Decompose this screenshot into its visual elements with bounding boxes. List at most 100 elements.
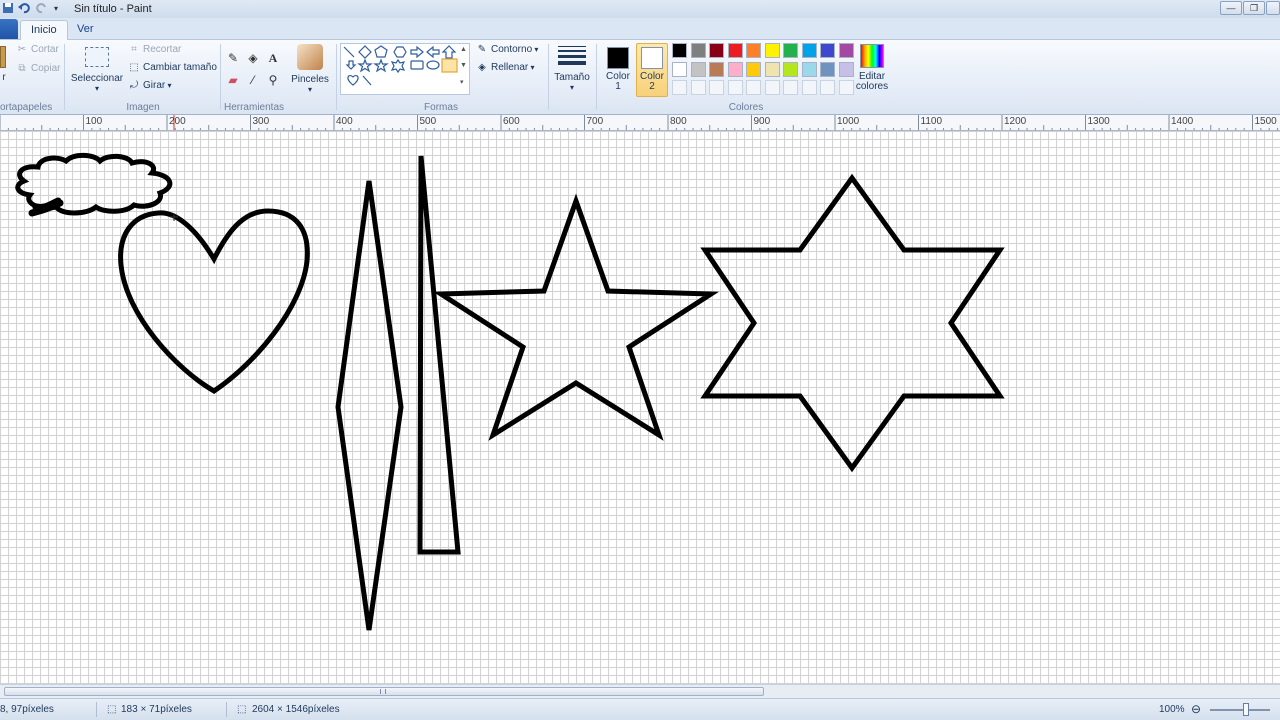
- gallery-scroll-up-icon[interactable]: ▲: [460, 46, 467, 53]
- image-group-label: Imagen: [126, 102, 160, 113]
- cut-label: Cortar: [31, 44, 59, 55]
- ruler-label: 800: [670, 116, 687, 127]
- crop-button[interactable]: ⌗ Recortar: [128, 44, 181, 60]
- maximize-button[interactable]: ❐: [1243, 1, 1265, 15]
- cut-button[interactable]: ✂ Cortar: [16, 44, 59, 60]
- shapes-gallery-icons[interactable]: [341, 44, 469, 94]
- size-button[interactable]: Tamaño ▾: [552, 44, 592, 92]
- rotate-button[interactable]: ⤾ Girar ▾: [128, 80, 172, 96]
- image-size-icon: ⬚: [237, 704, 247, 715]
- zoom-out-icon[interactable]: ⊖: [1191, 702, 1201, 716]
- color1-selector[interactable]: Color 1: [602, 43, 634, 97]
- select-button[interactable]: Seleccionar ▾: [68, 44, 126, 93]
- minimize-button[interactable]: —: [1220, 1, 1242, 15]
- color2-label: Color 2: [640, 71, 664, 92]
- palette-empty-swatch[interactable]: [690, 80, 706, 95]
- palette-swatch[interactable]: [690, 61, 706, 77]
- redo-icon[interactable]: [36, 2, 48, 14]
- ruler-label: 1000: [837, 116, 860, 127]
- tools-group: ✎ ◈ A ▰ ⁄ ⚲ Herramientas: [222, 40, 286, 115]
- status-bar: 8, 97píxeles ⬚ 183 × 71píxeles ⬚ 2604 × …: [0, 698, 1280, 720]
- outline-button[interactable]: ✎ Contorno ▾: [476, 44, 539, 60]
- palette-empty-swatch[interactable]: [709, 80, 724, 95]
- sliver-shape: [417, 155, 461, 555]
- palette-empty-swatch[interactable]: [801, 80, 817, 95]
- palette-swatch[interactable]: [783, 43, 798, 58]
- palette-swatch[interactable]: [727, 61, 743, 77]
- palette-swatch[interactable]: [764, 61, 780, 77]
- palette-empty-swatch[interactable]: [672, 80, 687, 95]
- palette-swatch[interactable]: [801, 61, 817, 77]
- brushes-button[interactable]: Pinceles ▾: [288, 44, 332, 94]
- palette-empty-swatch[interactable]: [727, 80, 743, 95]
- grip-icon: [380, 689, 386, 694]
- paste-button[interactable]: r: [0, 46, 8, 83]
- palette-swatch[interactable]: [783, 61, 798, 77]
- gallery-expand-icon[interactable]: ▾: [460, 78, 464, 86]
- tab-inicio[interactable]: Inicio: [20, 20, 68, 40]
- canvas-drawing[interactable]: [0, 131, 1280, 684]
- file-menu-button[interactable]: [0, 19, 18, 39]
- undo-icon[interactable]: [18, 2, 30, 14]
- zoom-level: 100%: [1159, 704, 1185, 715]
- rotate-icon: ⤾: [129, 80, 139, 91]
- palette-swatch[interactable]: [672, 61, 687, 77]
- zoom-slider-thumb[interactable]: [1243, 703, 1249, 716]
- crop-label: Recortar: [143, 44, 182, 55]
- outline-icon: ✎: [477, 44, 487, 55]
- customize-quick-access-icon[interactable]: ▾: [54, 4, 66, 16]
- palette-swatch[interactable]: [709, 43, 724, 58]
- palette-swatch[interactable]: [746, 43, 761, 58]
- palette-empty-swatch[interactable]: [746, 80, 761, 95]
- clipboard-group-label: ortapapeles: [0, 102, 53, 113]
- palette-swatch[interactable]: [690, 43, 706, 58]
- save-icon[interactable]: [2, 2, 14, 14]
- fill-label: Rellenar: [491, 62, 529, 73]
- zoom-slider[interactable]: [1210, 709, 1270, 711]
- fill-button[interactable]: ◈ Rellenar ▾: [476, 62, 534, 78]
- palette-swatch[interactable]: [709, 61, 724, 77]
- palette-swatch[interactable]: [727, 43, 743, 58]
- palette-swatch[interactable]: [820, 61, 835, 77]
- ruler-label: 700: [586, 116, 604, 127]
- resize-button[interactable]: ⬚ Cambiar tamaño: [128, 62, 217, 78]
- edit-colors-button[interactable]: Editar colores: [852, 44, 892, 92]
- line-width-icon: [558, 44, 586, 65]
- scrollbar-thumb[interactable]: [4, 687, 764, 696]
- copy-button[interactable]: ⧉ Copiar: [16, 63, 60, 79]
- colors-group: Color 1 Color 2 Editar colores Colores: [598, 40, 894, 115]
- text-icon[interactable]: A: [264, 49, 282, 67]
- ruler-label: 900: [753, 116, 771, 127]
- horizontal-scrollbar[interactable]: [0, 684, 1280, 698]
- palette-empty-swatch[interactable]: [764, 80, 780, 95]
- palette-swatch[interactable]: [801, 43, 817, 58]
- eraser-icon[interactable]: ▰: [224, 71, 242, 89]
- palette-empty-swatch[interactable]: [783, 80, 798, 95]
- fill-bucket-icon[interactable]: ◈: [244, 49, 262, 67]
- clipboard-group: r ✂ Cortar ⧉ Copiar ortapapeles: [0, 40, 64, 115]
- scissors-icon: ✂: [17, 44, 27, 55]
- palette-empty-swatch[interactable]: [820, 80, 835, 95]
- close-button[interactable]: [1266, 1, 1280, 15]
- palette-swatch[interactable]: [672, 43, 687, 58]
- rotate-label: Girar: [143, 80, 166, 91]
- color1-swatch: [607, 47, 629, 69]
- ruler-label: 500: [419, 116, 437, 127]
- gallery-scroll-down-icon[interactable]: ▼: [460, 62, 467, 69]
- resize-label: Cambiar tamaño: [143, 62, 217, 73]
- drawing-canvas[interactable]: [0, 131, 1280, 684]
- palette-swatch[interactable]: [764, 43, 780, 58]
- color2-selector[interactable]: Color 2: [636, 43, 668, 97]
- crop-icon: ⌗: [131, 44, 137, 55]
- five-point-star: [432, 193, 720, 441]
- tab-ver[interactable]: Ver: [67, 20, 104, 40]
- magnifier-icon[interactable]: ⚲: [264, 71, 282, 89]
- palette-swatch[interactable]: [820, 43, 835, 58]
- paste-label: r: [2, 72, 6, 83]
- window-title: Sin título - Paint: [74, 3, 152, 15]
- chevron-down-icon: ▾: [569, 83, 574, 92]
- color-picker-icon[interactable]: ⁄: [244, 71, 262, 89]
- selection-icon: ⬚: [107, 704, 117, 715]
- pencil-icon[interactable]: ✎: [224, 49, 242, 67]
- palette-swatch[interactable]: [746, 61, 761, 77]
